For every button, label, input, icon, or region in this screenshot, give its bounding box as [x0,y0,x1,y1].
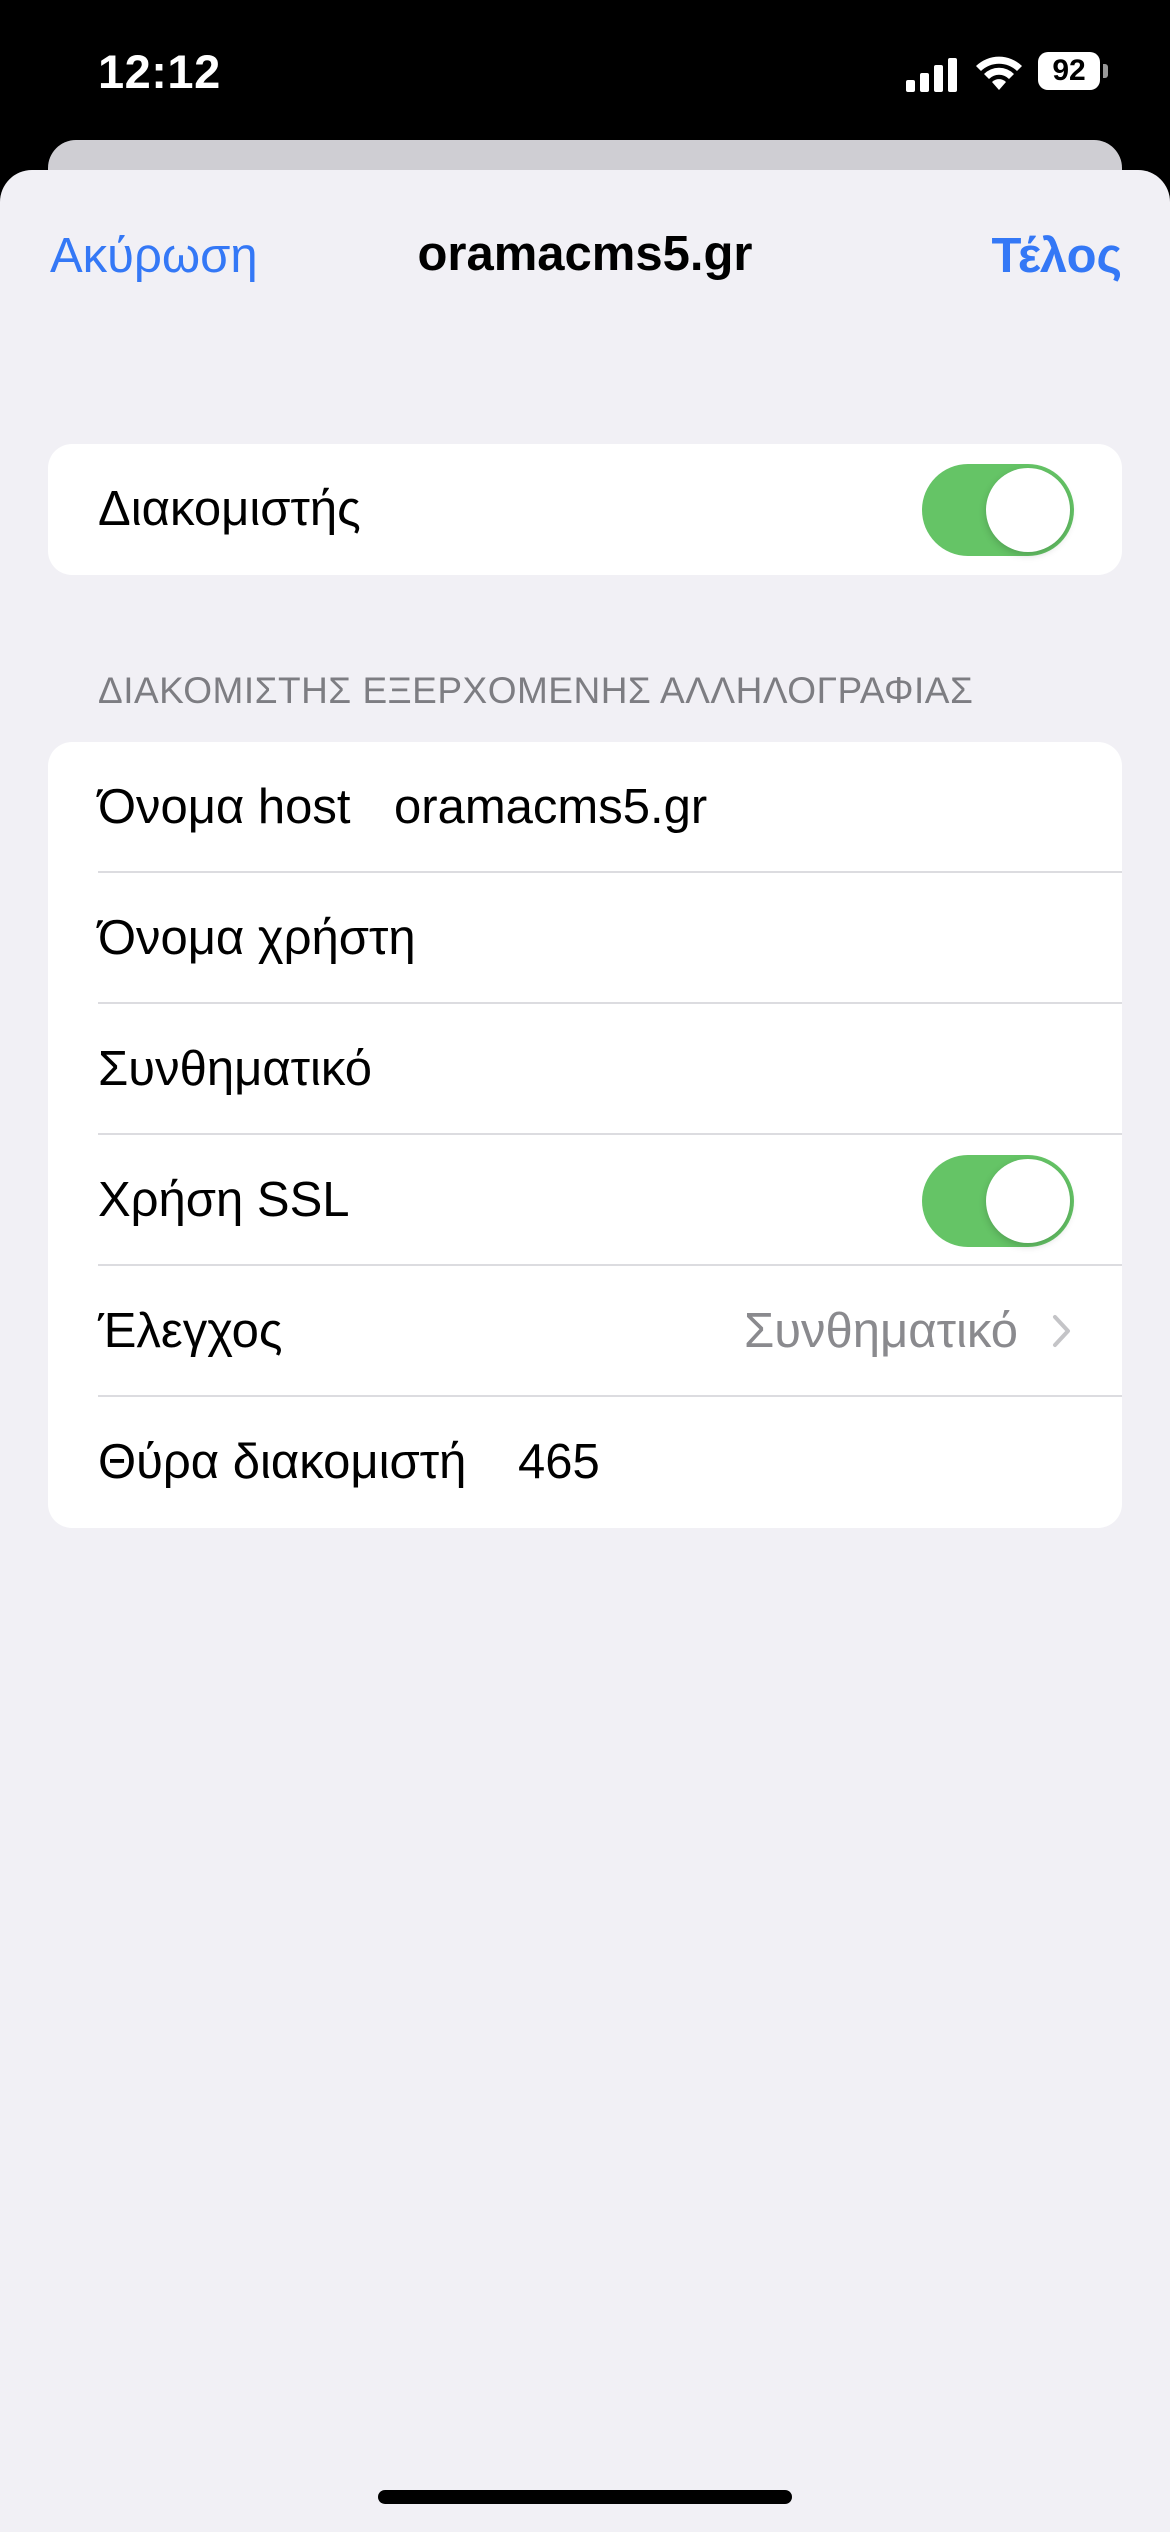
battery-icon: 92 [1038,52,1110,92]
host-label: Όνομα host [98,780,351,834]
home-indicator[interactable] [378,2490,792,2504]
wifi-icon [976,56,1022,90]
port-row[interactable]: Θύρα διακομιστή 465 [48,1397,1122,1528]
ssl-label: Χρήση SSL [98,1173,350,1227]
authentication-value: Συνθηματικό [743,1304,1018,1358]
cellular-signal-icon [906,56,958,92]
authentication-label: Έλεγχος [98,1304,283,1358]
password-row[interactable]: Συνθηματικό [48,1004,1122,1135]
server-toggle[interactable] [922,464,1074,556]
host-row[interactable]: Όνομα host oramacms5.gr [48,742,1122,873]
server-toggle-group: Διακομιστής [48,444,1122,575]
done-button[interactable]: Τέλος [992,228,1122,284]
username-row[interactable]: Όνομα χρήστη [48,873,1122,1004]
authentication-row[interactable]: Έλεγχος Συνθηματικό [48,1266,1122,1397]
edit-server-sheet: Ακύρωση oramacms5.gr Τέλος Διακομιστής Δ… [0,170,1170,2532]
chevron-right-icon [1053,1315,1070,1347]
ssl-toggle[interactable] [922,1155,1074,1247]
navigation-bar: Ακύρωση oramacms5.gr Τέλος [0,170,1170,340]
server-label: Διακομιστής [98,482,361,536]
username-label: Όνομα χρήστη [98,911,416,965]
password-label: Συνθηματικό [98,1042,373,1096]
port-label: Θύρα διακομιστή [98,1435,467,1489]
status-time: 12:12 [98,45,221,98]
host-field[interactable]: oramacms5.gr [394,742,707,873]
section-header-outgoing: ΔΙΑΚΟΜΙΣΤΗΣ ΕΞΕΡΧΟΜΕΝΗΣ ΑΛΛΗΛΟΓΡΑΦΙΑΣ [98,670,974,711]
ssl-row: Χρήση SSL [48,1135,1122,1266]
port-field[interactable]: 465 [518,1397,600,1528]
outgoing-server-group: Όνομα host oramacms5.gr Όνομα χρήστη Συν… [48,742,1122,1528]
server-row: Διακομιστής [48,444,1122,575]
status-bar: 12:12 92 [0,0,1170,150]
battery-level: 92 [1038,52,1100,90]
